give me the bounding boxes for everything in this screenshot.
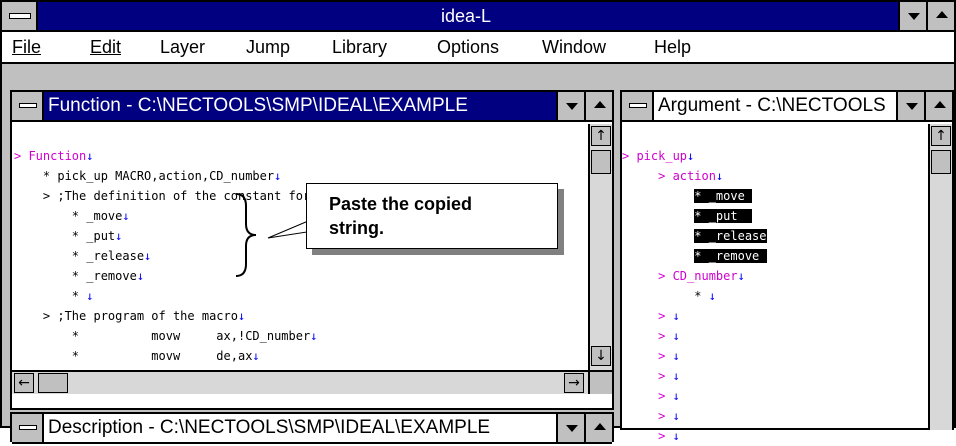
title-bar: idea-L [2,2,954,32]
scroll-corner [588,370,612,394]
description-window-system-menu[interactable] [12,414,44,442]
argument-window: Argument - C:\NECTOOLS > pick_up↓ > acti… [620,90,954,443]
description-window-title: Description - C:\NECTOOLS\SMP\IDEAL\EXAM… [48,417,491,438]
menu-help[interactable]: Help [654,32,691,62]
argument-window-titlebar[interactable]: Argument - C:\NECTOOLS [622,92,952,122]
menu-library[interactable]: Library [332,32,387,62]
menu-window[interactable]: Window [542,32,606,62]
function-window-title: Function - C:\NECTOOLS\SMP\IDEAL\EXAMPLE [48,95,468,116]
brace-icon [235,193,257,277]
app-title: idea-L [440,6,492,26]
argument-window-system-menu[interactable] [622,92,654,120]
function-horizontal-scrollbar[interactable]: ← → [12,370,588,394]
app-window: idea-L File Edit Layer Jump Library Opti… [0,0,956,444]
argument-window-maximize[interactable] [924,92,952,120]
scroll-up-button[interactable]: ↑ [931,126,951,146]
function-vertical-scrollbar[interactable]: ↑ ↓ [588,124,612,370]
scroll-thumb[interactable] [591,150,611,174]
menu-layer[interactable]: Layer [160,32,205,62]
scroll-thumb[interactable] [38,373,68,393]
system-menu-button[interactable] [2,2,38,30]
function-window-system-menu[interactable] [12,92,44,120]
menu-file[interactable]: File [12,32,41,62]
scroll-right-button[interactable]: → [564,373,584,393]
description-window-minimize[interactable] [556,414,584,442]
minimize-button[interactable] [898,2,926,30]
argument-window-title: Argument - C:\NECTOOLS [658,95,886,116]
function-window-titlebar[interactable]: Function - C:\NECTOOLS\SMP\IDEAL\EXAMPLE [12,92,612,122]
scroll-left-button[interactable]: ← [14,373,34,393]
callout-text: Paste the copied string. [329,194,473,238]
argument-window-minimize[interactable] [896,92,924,120]
scroll-down-button[interactable]: ↓ [591,346,611,366]
function-window-minimize[interactable] [556,92,584,120]
argument-tree[interactable]: > pick_up↓ > action↓ * _move * _put * _r… [622,126,767,446]
menu-edit[interactable]: Edit [90,32,121,62]
description-window-maximize[interactable] [584,414,612,442]
menu-bar: File Edit Layer Jump Library Options Win… [2,32,954,64]
scroll-thumb[interactable] [931,150,951,174]
maximize-button[interactable] [926,2,954,30]
callout-box: Paste the copied string. [306,183,558,249]
scroll-up-button[interactable]: ↑ [591,126,611,146]
description-window-titlebar[interactable]: Description - C:\NECTOOLS\SMP\IDEAL\EXAM… [12,414,612,444]
menu-options[interactable]: Options [437,32,499,62]
argument-vertical-scrollbar[interactable]: ↑ [928,124,952,430]
function-window-maximize[interactable] [584,92,612,120]
menu-jump[interactable]: Jump [246,32,290,62]
description-window: Description - C:\NECTOOLS\SMP\IDEAL\EXAM… [10,412,614,444]
